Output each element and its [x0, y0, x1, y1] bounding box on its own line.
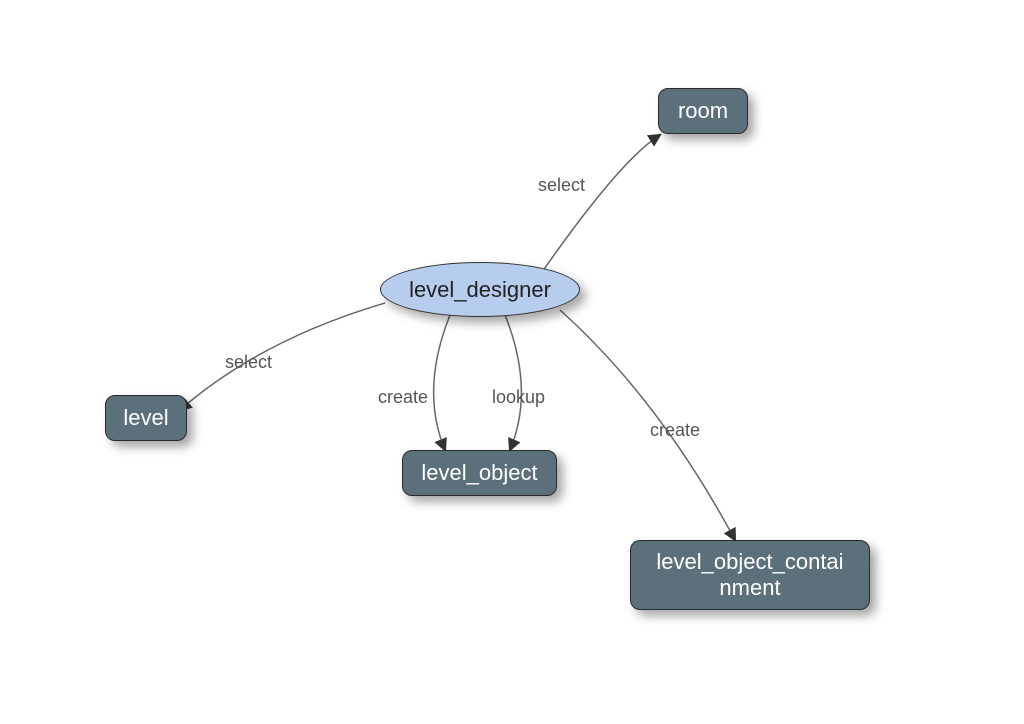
- edge-label-to-room: select: [538, 175, 585, 196]
- node-level-label: level: [123, 405, 168, 431]
- node-level-designer-label: level_designer: [409, 277, 551, 303]
- diagram-edges: [0, 0, 1024, 724]
- node-level: level: [105, 395, 187, 441]
- node-level-object-containment: level_object_contai nment: [630, 540, 870, 610]
- node-level-object: level_object: [402, 450, 557, 496]
- node-room: room: [658, 88, 748, 134]
- edge-label-to-level: select: [225, 352, 272, 373]
- edge-label-to-levelobject-create: create: [378, 387, 428, 408]
- node-room-label: room: [678, 98, 728, 124]
- edge-to-levelobject-create: [434, 315, 450, 450]
- node-level-designer: level_designer: [380, 262, 580, 317]
- edge-to-containment: [560, 310, 735, 540]
- edge-to-room: [540, 135, 660, 275]
- node-level-object-label: level_object: [421, 460, 537, 486]
- node-level-object-containment-label: level_object_contai nment: [656, 549, 843, 602]
- edge-label-to-containment: create: [650, 420, 700, 441]
- edge-label-to-levelobject-lookup: lookup: [492, 387, 545, 408]
- edge-to-level: [180, 303, 385, 410]
- edge-to-levelobject-lookup: [505, 315, 521, 450]
